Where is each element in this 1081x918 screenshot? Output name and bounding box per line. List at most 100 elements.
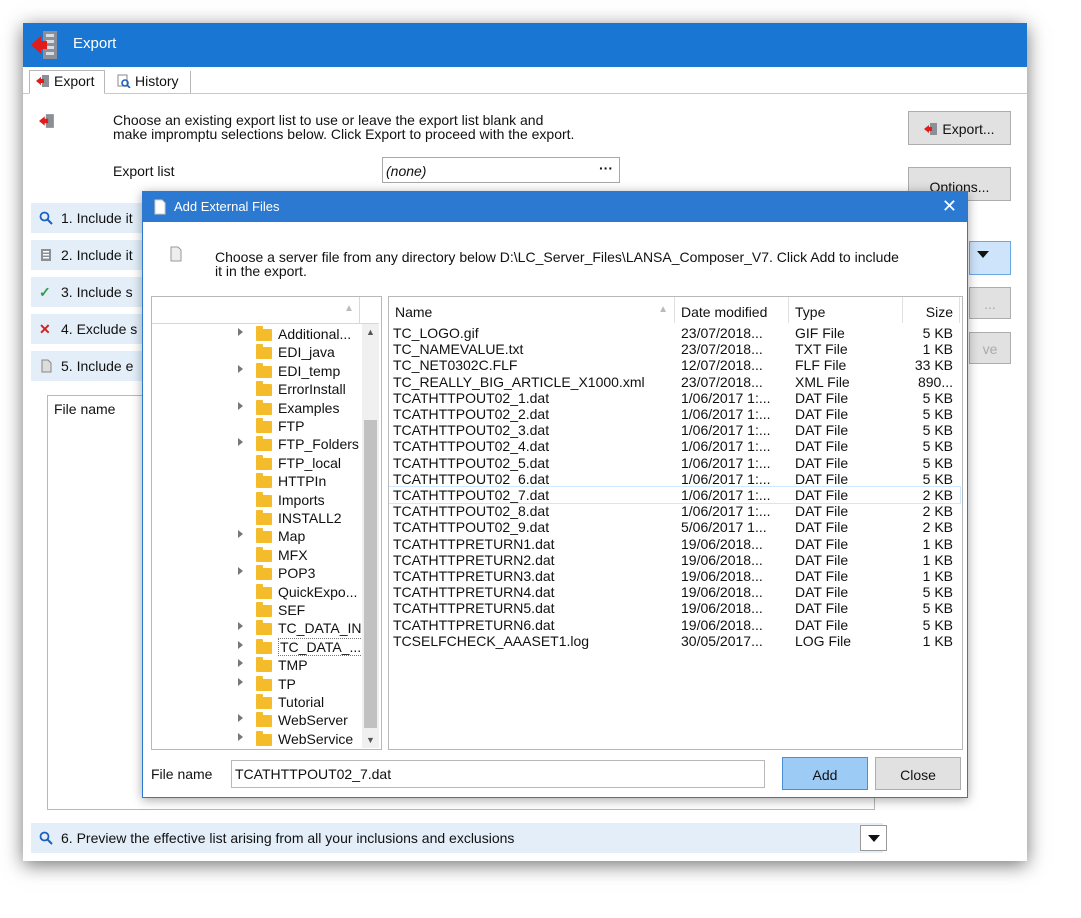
file-icon — [170, 246, 182, 262]
expand-arrow-icon[interactable] — [238, 530, 243, 539]
file-row[interactable]: TCATHTTPRETURN5.dat 19/06/2018... DAT File… — [389, 600, 960, 616]
folder-icon — [256, 657, 272, 673]
history-icon — [117, 74, 131, 88]
check-icon: ✓ — [39, 284, 51, 300]
expand-arrow-icon[interactable] — [238, 438, 243, 447]
column-header-type[interactable]: Type — [789, 297, 903, 323]
expand-arrow-icon[interactable] — [238, 714, 243, 723]
file-date: 23/07/2018... — [681, 373, 763, 390]
file-row[interactable]: TCATHTTPRETURN3.dat 19/06/2018... DAT File… — [389, 568, 960, 584]
section-6[interactable]: 6. Preview the effective list arising fr… — [31, 823, 883, 853]
file-type: DAT File — [795, 616, 849, 633]
partial-button-1[interactable]: ... — [969, 287, 1011, 319]
close-button-label: Close — [900, 767, 936, 783]
file-name: TCATHTTPOUT02_3.dat — [393, 422, 550, 439]
folder-name: SEF — [278, 602, 306, 618]
file-name: TC_REALLY_BIG_ARTICLE_X1000.xml — [393, 373, 645, 390]
tab-bar: Export History — [23, 67, 1027, 94]
scroll-down-icon[interactable]: ▼ — [366, 735, 375, 745]
file-row[interactable]: TCATHTTPOUT02_7.dat 1/06/2017 1:... DAT Fi… — [389, 486, 961, 504]
file-row[interactable]: TCATHTTPRETURN2.dat 19/06/2018... DAT File… — [389, 552, 960, 568]
file-date: 23/07/2018... — [681, 341, 763, 358]
folder-icon — [256, 326, 272, 341]
file-type: DAT File — [795, 600, 849, 617]
file-row[interactable]: TCATHTTPOUT02_2.dat 1/06/2017 1:... DAT Fi… — [389, 406, 960, 422]
file-type: DAT File — [795, 470, 849, 487]
scrollbar-thumb[interactable] — [364, 420, 377, 728]
folder-name: Map — [278, 528, 306, 545]
file-size: 2 KB — [922, 487, 953, 503]
expand-arrow-icon[interactable] — [238, 732, 243, 741]
expand-arrow-icon[interactable] — [238, 328, 243, 336]
column-header-name[interactable]: Name ▲ — [389, 297, 675, 323]
folder-icon — [256, 546, 272, 562]
dialog-titlebar: Add External Files ✕ — [143, 192, 967, 222]
file-date: 1/06/2017 1:... — [681, 406, 771, 422]
folder-name: WebServer — [278, 712, 348, 729]
file-row[interactable]: TCATHTTPRETURN4.dat 19/06/2018... DAT File… — [389, 584, 960, 600]
file-date: 19/06/2018... — [681, 568, 763, 584]
file-row[interactable]: TCATHTTPOUT02_6.dat 1/06/2017 1:... DAT Fi… — [389, 471, 960, 487]
file-row[interactable]: TCATHTTPOUT02_3.dat 1/06/2017 1:... DAT Fi… — [389, 422, 960, 438]
file-name: TCATHTTPRETURN4.dat — [393, 584, 555, 601]
file-size: 1 KB — [922, 341, 953, 358]
file-row[interactable]: TCATHTTPOUT02_4.dat 1/06/2017 1:... DAT Fi… — [389, 438, 960, 454]
section-2-dropdown[interactable] — [969, 241, 1011, 275]
close-icon[interactable]: ✕ — [942, 196, 957, 217]
expand-arrow-icon[interactable] — [238, 567, 243, 576]
file-date: 12/07/2018... — [681, 357, 763, 374]
file-type: DAT File — [795, 551, 849, 568]
section-6-dropdown[interactable] — [860, 825, 887, 851]
add-button[interactable]: Add — [782, 757, 868, 790]
file-name: TCATHTTPOUT02_9.dat — [393, 519, 550, 536]
expand-arrow-icon[interactable] — [238, 364, 243, 373]
folder-icon — [256, 694, 272, 709]
file-size: 2 KB — [922, 519, 953, 536]
folder-name: Tutorial — [278, 694, 325, 710]
file-row[interactable]: TC_NAMEVALUE.txt 23/07/2018... TXT File 1 K… — [389, 341, 960, 357]
file-name-field[interactable]: TCATHTTPOUT02_7.dat — [231, 760, 765, 788]
file-row[interactable]: TCATHTTPRETURN1.dat 19/06/2018... DAT File… — [389, 536, 960, 552]
file-size: 5 KB — [922, 389, 953, 406]
file-row[interactable]: TC_NET0302C.FLF 12/07/2018... FLF File 33 K… — [389, 357, 960, 373]
file-row[interactable]: TCATHTTPOUT02_8.dat 1/06/2017 1:... DAT Fi… — [389, 503, 960, 519]
file-row[interactable]: TC_REALLY_BIG_ARTICLE_X1000.xml 23/07/201… — [389, 374, 960, 390]
tab-history[interactable]: History — [111, 71, 191, 93]
partial-button-2[interactable]: ve — [969, 332, 1011, 364]
close-button[interactable]: Close — [875, 757, 961, 790]
file-row[interactable]: TCATHTTPOUT02_5.dat 1/06/2017 1:... DAT Fi… — [389, 455, 960, 471]
file-name: TCSELFCHECK_AAASET1.log — [393, 632, 590, 649]
export-info-icon — [39, 114, 54, 128]
tab-export-label: Export — [54, 73, 95, 89]
export-instructions-line2: make impromptu selections below. Click E… — [113, 126, 575, 142]
column-header-date[interactable]: Date modified — [675, 297, 789, 323]
expand-arrow-icon[interactable] — [238, 677, 243, 686]
file-size: 1 KB — [922, 568, 953, 584]
tab-export[interactable]: Export — [29, 70, 105, 94]
section-6-label: 6. Preview the effective list arising fr… — [61, 830, 515, 846]
folder-icon — [256, 620, 272, 636]
expand-arrow-icon[interactable] — [238, 622, 243, 631]
ellipsis-icon[interactable]: ··· — [599, 160, 613, 176]
file-row[interactable]: TCATHTTPRETURN6.dat 19/06/2018... DAT File… — [389, 617, 960, 633]
file-row[interactable]: TCATHTTPOUT02_9.dat 5/06/2017 1... DAT Fil… — [389, 519, 960, 535]
file-list[interactable]: Name ▲ Date modified Type Size TC_LOGO.g… — [388, 296, 963, 750]
file-row[interactable]: TCSELFCHECK_AAASET1.log 30/05/2017... LOG … — [389, 633, 960, 649]
file-row[interactable]: TCATHTTPOUT02_1.dat 1/06/2017 1:... DAT Fi… — [389, 390, 960, 406]
column-header-size[interactable]: Size — [903, 297, 960, 323]
expand-arrow-icon[interactable] — [238, 640, 243, 649]
export-list-field[interactable]: (none) ··· — [382, 157, 620, 183]
export-button[interactable]: Export... — [908, 111, 1011, 145]
column-size-label: Size — [925, 304, 953, 320]
expand-arrow-icon[interactable] — [238, 659, 243, 668]
file-type: DAT File — [795, 519, 849, 536]
expand-arrow-icon[interactable] — [238, 401, 243, 410]
magnifier-icon — [39, 831, 53, 845]
scroll-up-icon[interactable]: ▲ — [366, 327, 375, 337]
folder-name: Examples — [278, 399, 340, 416]
folder-tree-scrollbar[interactable]: ▲ ▼ — [362, 324, 379, 748]
file-row[interactable]: TC_LOGO.gif 23/07/2018... GIF File 5 KB — [389, 325, 960, 341]
file-date: 19/06/2018... — [681, 535, 763, 552]
folder-tree[interactable]: ▲ Additional... EDI_java EDI_temp ErrorInst… — [151, 296, 382, 750]
tab-history-label: History — [135, 73, 179, 89]
